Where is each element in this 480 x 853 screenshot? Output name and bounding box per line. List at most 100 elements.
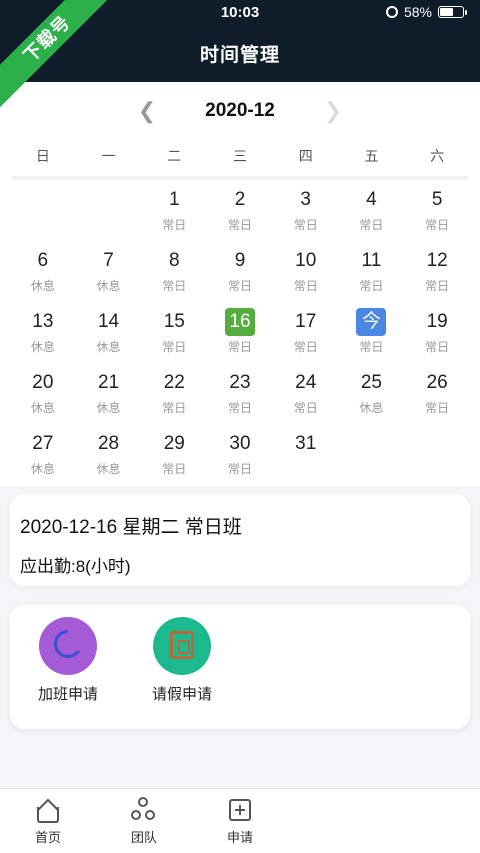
day-cell[interactable]: 26 常日	[404, 365, 470, 426]
day-number: 15	[163, 311, 185, 332]
watermark-text: 下载号	[0, 0, 118, 110]
day-number: 11	[361, 250, 382, 271]
leave-request-button[interactable]: 请假申请	[134, 617, 230, 704]
day-number: 25	[360, 372, 382, 393]
day-cell[interactable]: 20 休息	[10, 365, 76, 426]
selected-day-number: 16	[224, 308, 255, 336]
shift-type: 常日	[162, 340, 187, 354]
shift-type: 常日	[359, 340, 384, 354]
overtime-request-button[interactable]: 加班申请	[20, 617, 116, 704]
shift-type: 休息	[96, 340, 121, 354]
day-cell[interactable]: 25 休息	[339, 365, 405, 426]
weekday-label: 一	[101, 148, 116, 164]
required-hours: 应出勤:8(小时)	[20, 557, 131, 576]
day-number: 2	[234, 189, 246, 210]
day-cell[interactable]: 5 常日	[404, 182, 470, 243]
prev-month-button[interactable]: ❮	[134, 98, 160, 124]
tab-label: 首页	[34, 830, 61, 845]
shift-type: 常日	[162, 462, 187, 476]
weekday-label: 日	[35, 148, 50, 164]
shift-type: 常日	[227, 279, 252, 293]
day-cell[interactable]: 13 休息	[10, 304, 76, 365]
battery-icon	[438, 6, 467, 18]
day-cell[interactable]: 21 休息	[76, 365, 142, 426]
calendar: ❮ 2020-12 ❯ 日 一 二 三 四 五 六 1 常日 2 常日 3 常日 4 常日 5 常日 6 休息 7 休…	[0, 82, 480, 486]
day-number: 3	[300, 189, 311, 210]
day-cell[interactable]: 3 常日	[273, 182, 339, 243]
day-cell[interactable]: 30 常日	[207, 426, 273, 487]
shift-type: 常日	[227, 462, 252, 476]
weekday-header: 日一二三四五六	[10, 146, 470, 166]
battery-percent: 58%	[403, 4, 432, 20]
day-number: 28	[97, 433, 120, 454]
next-month-button[interactable]: ❯	[320, 98, 346, 124]
team-icon	[131, 797, 157, 823]
shift-type: 休息	[30, 279, 55, 293]
day-number: 19	[426, 311, 448, 332]
shift-type: 休息	[30, 340, 55, 354]
day-number: 5	[431, 189, 443, 210]
day-cell[interactable]: 15 常日	[141, 304, 207, 365]
day-cell[interactable]: 10 常日	[273, 243, 339, 304]
shift-type: 常日	[293, 279, 318, 293]
day-cell[interactable]: 6 休息	[10, 243, 76, 304]
shift-type: 常日	[227, 218, 252, 232]
day-number: 24	[295, 372, 317, 393]
day-cell[interactable]: 7 休息	[76, 243, 142, 304]
shift-type: 常日	[293, 340, 318, 354]
tab-label: 团队	[130, 830, 157, 845]
shift-type: 常日	[227, 401, 252, 415]
day-cell[interactable]: 24 常日	[273, 365, 339, 426]
day-number: 31	[295, 433, 317, 454]
day-cell[interactable]: 今常日	[339, 304, 405, 365]
day-cell[interactable]: 23 常日	[207, 365, 273, 426]
weekday-label: 四	[298, 148, 313, 164]
shift-type: 休息	[96, 401, 121, 415]
day-cell[interactable]: 4 常日	[339, 182, 405, 243]
shift-type: 常日	[162, 279, 187, 293]
empty-cell	[76, 182, 142, 243]
home-icon	[35, 797, 61, 823]
action-label: 加班申请	[37, 686, 98, 703]
action-label: 请假申请	[151, 686, 212, 703]
actions-card: 加班申请 请假申请	[10, 605, 470, 729]
day-number: 13	[32, 311, 54, 332]
day-cell[interactable]: 8 常日	[141, 243, 207, 304]
day-cell[interactable]: 17 常日	[273, 304, 339, 365]
day-cell[interactable]: 31	[273, 426, 339, 487]
shift-type: 常日	[359, 279, 384, 293]
tab-apply[interactable]: 申请	[210, 797, 270, 846]
shift-type: 休息	[96, 462, 121, 476]
day-cell[interactable]: 27 休息	[10, 426, 76, 487]
day-number: 12	[426, 250, 448, 271]
shift-type: 常日	[425, 340, 450, 354]
weekday-label: 五	[364, 148, 379, 164]
watermark: 下载号	[0, 0, 120, 120]
day-cell[interactable]: 9 常日	[207, 243, 273, 304]
shift-type: 休息	[30, 401, 55, 415]
day-number: 9	[234, 250, 246, 271]
day-cell[interactable]: 2 常日	[207, 182, 273, 243]
tab-label: 申请	[226, 830, 253, 845]
divider	[12, 176, 468, 180]
day-cell[interactable]: 11 常日	[339, 243, 405, 304]
day-cell[interactable]: 22 常日	[141, 365, 207, 426]
bottom-nav: 首页 团队 申请	[0, 788, 480, 853]
tab-team[interactable]: 团队	[114, 797, 174, 846]
status-right: 58%	[385, 4, 467, 20]
day-cell[interactable]: 19 常日	[404, 304, 470, 365]
day-number: 22	[163, 372, 185, 393]
day-cell[interactable]: 1 常日	[141, 182, 207, 243]
moon-icon	[39, 617, 97, 675]
day-number: 14	[97, 311, 120, 332]
day-cell[interactable]: 28 休息	[76, 426, 142, 487]
today-marker: 今	[356, 308, 387, 336]
day-cell[interactable]: 12 常日	[404, 243, 470, 304]
day-cell[interactable]: 14 休息	[76, 304, 142, 365]
day-cell[interactable]: 29 常日	[141, 426, 207, 487]
tab-home[interactable]: 首页	[18, 797, 78, 846]
alarm-icon	[385, 6, 398, 18]
day-cell[interactable]: 16 常日	[207, 304, 273, 365]
month-label: 2020-12	[205, 100, 275, 121]
day-number: 1	[168, 189, 180, 210]
